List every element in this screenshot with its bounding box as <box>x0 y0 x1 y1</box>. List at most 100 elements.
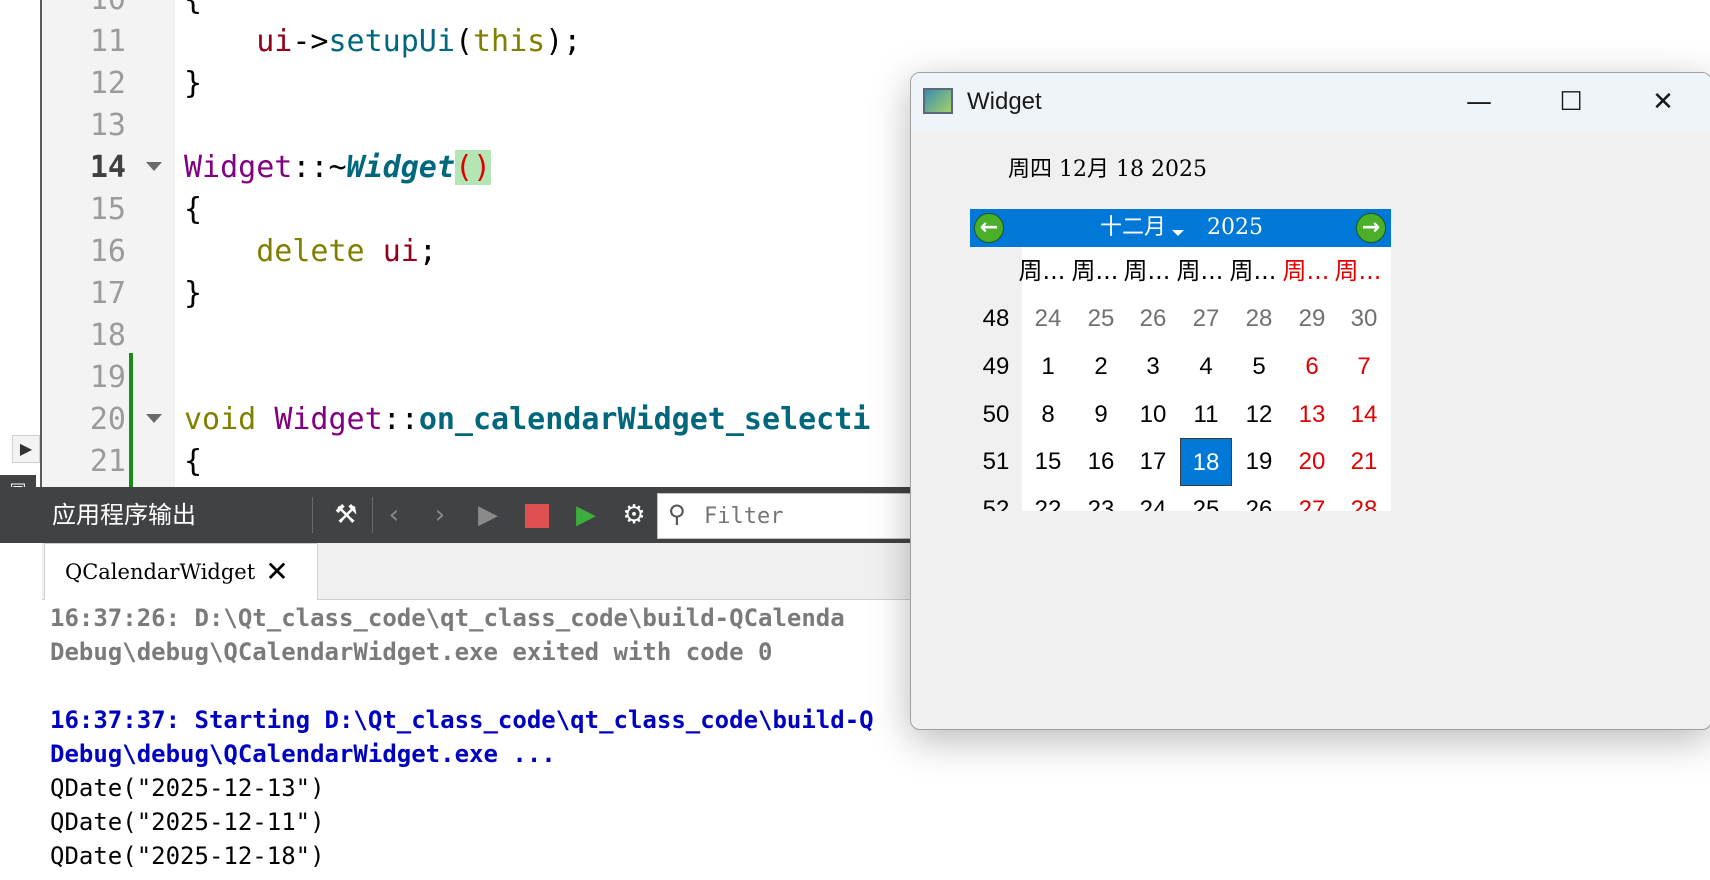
calendar-day[interactable]: 8 <box>1022 391 1074 439</box>
weekday-header: 周... <box>1018 257 1066 285</box>
calendar-day[interactable]: 23 <box>1075 486 1127 511</box>
play-icon[interactable]: ▶ <box>468 495 508 535</box>
chevron-right-icon[interactable]: › <box>420 495 460 535</box>
week-number: 49 <box>982 353 1010 380</box>
calendar-day[interactable]: 28 <box>1338 486 1390 511</box>
chevron-down-icon[interactable] <box>1172 230 1184 236</box>
filter-input[interactable] <box>702 494 906 538</box>
calendar-day[interactable]: 26 <box>1127 295 1179 343</box>
code-token: ::~ <box>292 150 347 185</box>
line-number: 20 <box>89 402 126 437</box>
output-tab[interactable]: QCalendarWidget ✕ <box>44 543 318 600</box>
calendar-day-selected[interactable]: 18 <box>1180 438 1232 486</box>
calendar-day[interactable]: 1 <box>1022 343 1074 391</box>
calendar-day[interactable]: 24 <box>1127 486 1179 511</box>
calendar-day[interactable]: 9 <box>1075 391 1127 439</box>
calendar-day[interactable]: 20 <box>1286 438 1338 486</box>
close-icon[interactable]: ✕ <box>1617 73 1709 131</box>
calendar-day[interactable]: 7 <box>1338 343 1390 391</box>
minimize-icon[interactable]: — <box>1433 73 1525 131</box>
broom-icon[interactable]: ⚒ <box>326 495 366 535</box>
calendar-day[interactable]: 26 <box>1233 486 1285 511</box>
chevron-left-icon[interactable]: ‹ <box>374 495 414 535</box>
calendar-day[interactable]: 27 <box>1180 295 1232 343</box>
fold-arrow-icon[interactable] <box>146 414 162 423</box>
filter-field[interactable]: ⚲ <box>657 493 912 539</box>
line-number: 11 <box>89 24 126 59</box>
arrow-left-icon[interactable]: ← <box>974 213 1004 243</box>
code-line[interactable]: { <box>184 0 202 21</box>
code-line[interactable]: } <box>184 273 202 315</box>
calendar-widget[interactable]: ← 十二月 2025 → 周... 周... 周... 周... 周... 周.… <box>970 209 1391 511</box>
close-icon[interactable]: ✕ <box>261 556 293 588</box>
change-marker-bar <box>129 353 133 487</box>
year-selector[interactable]: 2025 <box>1207 209 1263 247</box>
calendar-day[interactable]: 22 <box>1022 486 1074 511</box>
month-selector[interactable]: 十二月 <box>1100 209 1166 247</box>
calendar-day[interactable]: 11 <box>1180 391 1232 439</box>
code-token: ui <box>382 234 419 269</box>
code-token: -> <box>292 24 329 59</box>
code-token: :: <box>382 402 419 437</box>
window-titlebar[interactable]: Widget — ☐ ✕ <box>911 73 1710 131</box>
arrow-right-icon[interactable]: → <box>1356 213 1386 243</box>
line-number: 18 <box>89 318 126 353</box>
calendar-day[interactable]: 10 <box>1127 391 1179 439</box>
weekday-header: 周... <box>1282 257 1330 285</box>
calendar-day[interactable]: 3 <box>1127 343 1179 391</box>
maximize-icon[interactable]: ☐ <box>1525 73 1617 131</box>
weekday-header: 周... <box>1229 257 1277 285</box>
code-line[interactable]: ui->setupUi(this); <box>184 21 581 63</box>
calendar-day[interactable]: 15 <box>1022 438 1074 486</box>
calendar-day[interactable]: 19 <box>1233 438 1285 486</box>
toolbar-separator <box>312 497 313 533</box>
calendar-day[interactable]: 16 <box>1075 438 1127 486</box>
output-line: 16:37:37: Starting D:\Qt_class_code\qt_c… <box>50 706 874 734</box>
fold-arrow-icon[interactable] <box>146 162 162 171</box>
stop-icon[interactable] <box>517 495 557 535</box>
line-number: 16 <box>89 234 126 269</box>
code-line[interactable]: delete ui; <box>184 231 437 273</box>
code-token: Widget <box>184 150 293 185</box>
calendar-day[interactable]: 25 <box>1180 486 1232 511</box>
code-line[interactable]: { <box>184 189 202 231</box>
weekday-header: 周... <box>1334 257 1382 285</box>
calendar-day[interactable]: 25 <box>1075 295 1127 343</box>
calendar-day[interactable]: 27 <box>1286 486 1338 511</box>
calendar-day[interactable]: 29 <box>1286 295 1338 343</box>
code-token: ui <box>256 24 293 59</box>
code-token: ); <box>545 24 582 59</box>
calendar-day[interactable]: 2 <box>1075 343 1127 391</box>
calendar-day[interactable]: 4 <box>1180 343 1232 391</box>
calendar-day[interactable]: 5 <box>1233 343 1285 391</box>
debug-run-icon[interactable]: ▶ <box>566 495 606 535</box>
code-line[interactable]: { <box>184 441 202 483</box>
calendar-day[interactable]: 6 <box>1286 343 1338 391</box>
line-number: 15 <box>89 192 126 227</box>
calendar-day[interactable]: 12 <box>1233 391 1285 439</box>
calendar-day[interactable]: 28 <box>1233 295 1285 343</box>
output-tab-strip: QCalendarWidget ✕ <box>42 543 910 600</box>
code-token: this <box>473 24 546 59</box>
calendar-day[interactable]: 21 <box>1338 438 1390 486</box>
code-token: void <box>184 402 257 437</box>
toolbar-separator <box>372 497 373 533</box>
calendar-day[interactable]: 14 <box>1338 391 1390 439</box>
calendar-day[interactable]: 24 <box>1022 295 1074 343</box>
calendar-day[interactable]: 17 <box>1127 438 1179 486</box>
code-line[interactable]: Widget::~Widget() <box>184 147 492 189</box>
week-number: 50 <box>982 401 1010 428</box>
expand-arrow-icon[interactable]: ▶ <box>12 435 40 463</box>
search-icon: ⚲ <box>668 500 686 528</box>
code-line[interactable]: } <box>184 63 202 105</box>
week-number: 48 <box>982 305 1010 332</box>
line-number: 13 <box>89 108 126 143</box>
line-number: 21 <box>89 444 126 479</box>
calendar-day[interactable]: 13 <box>1286 391 1338 439</box>
code-line[interactable]: void Widget::on_calendarWidget_selecti <box>184 399 870 441</box>
gear-icon[interactable]: ⚙ <box>614 495 654 535</box>
weekday-header: 周... <box>1123 257 1171 285</box>
code-token: ; <box>418 234 437 269</box>
calendar-day[interactable]: 30 <box>1338 295 1390 343</box>
code-token: Widget <box>346 150 455 185</box>
